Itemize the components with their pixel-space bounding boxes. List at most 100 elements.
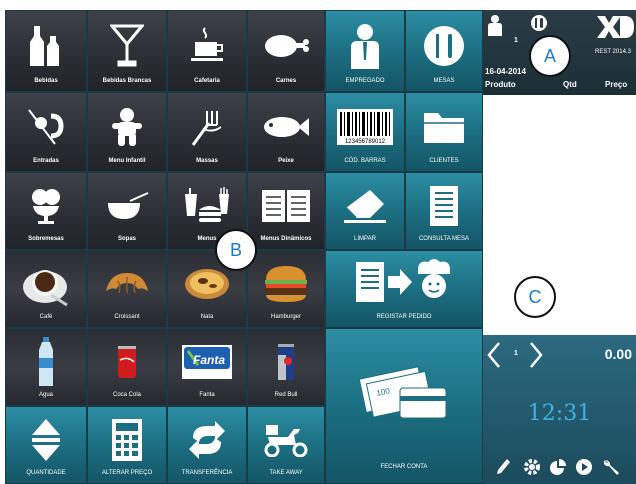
table-icon[interactable] bbox=[530, 14, 548, 32]
tile-coca-cola[interactable]: Coca Cola bbox=[87, 328, 167, 406]
tile-label: Fanta bbox=[199, 392, 215, 398]
up-down-arrows-icon bbox=[32, 419, 60, 462]
order-panel: 1 REST 2014.3 16-04-2014 Produto Qtd Pre… bbox=[483, 10, 636, 484]
tile-label: Entradas bbox=[33, 158, 59, 164]
tile-label: REGISTAR PEDIDO bbox=[376, 314, 432, 320]
tile-consulta-mesa[interactable]: CONSULTA MESA bbox=[405, 172, 483, 250]
tile-label: Nata bbox=[200, 314, 214, 320]
pos-app: Bebidas Bebidas Brancas Cafetaria Carnes… bbox=[5, 10, 636, 484]
tile-cafe[interactable]: Café bbox=[5, 250, 87, 328]
hamburger-photo bbox=[265, 266, 307, 303]
tile-registar-pedido[interactable]: REGISTAR PEDIDO bbox=[325, 250, 483, 328]
tile-label: Bebidas Brancas bbox=[102, 78, 152, 84]
pastel-de-nata-photo bbox=[185, 269, 229, 300]
tile-label: Café bbox=[39, 314, 53, 320]
tile-label: Sopas bbox=[117, 236, 136, 242]
column-preco: Preço bbox=[605, 80, 628, 89]
tile-take-away[interactable]: TAKE AWAY bbox=[247, 406, 325, 484]
order-panel-footer: 1 0.00 12:31 bbox=[483, 335, 636, 484]
callout-a: A bbox=[529, 35, 571, 77]
eraser-icon bbox=[344, 190, 386, 224]
clock: 12:31 bbox=[527, 401, 592, 426]
fast-food-menu-icon bbox=[185, 187, 229, 223]
fish-icon bbox=[264, 117, 309, 138]
folder-icon bbox=[424, 113, 464, 144]
tile-transferencia[interactable]: TRANSFERÊNCIA bbox=[167, 406, 247, 484]
gear-icon[interactable] bbox=[523, 458, 541, 476]
tile-bebidas[interactable]: Bebidas bbox=[5, 10, 87, 92]
tile-label: MESAS bbox=[433, 78, 455, 84]
tile-label: Carnes bbox=[275, 78, 297, 84]
fork-knife-icon bbox=[424, 26, 464, 67]
chevron-left-icon[interactable] bbox=[487, 341, 501, 369]
cash-and-card-icon: 100 bbox=[358, 365, 447, 419]
gingerbread-man-icon bbox=[112, 108, 142, 147]
chevron-right-icon[interactable] bbox=[529, 341, 543, 369]
water-bottle-photo bbox=[39, 337, 53, 387]
calculator-icon bbox=[112, 419, 142, 462]
tile-menu-infantil[interactable]: Menu Infantil bbox=[87, 92, 167, 172]
tile-label: Menu Infantil bbox=[108, 158, 146, 164]
send-order-to-chef-icon bbox=[356, 259, 450, 303]
tile-red-bull[interactable]: Red Bull bbox=[247, 328, 325, 406]
tile-hamburger[interactable]: Hamburger bbox=[247, 250, 325, 328]
tile-sopas[interactable]: Sopas bbox=[87, 172, 167, 250]
tile-limpar[interactable]: LIMPAR bbox=[325, 172, 405, 250]
pasta-fork-icon bbox=[191, 111, 222, 147]
tile-label: Hamburger bbox=[270, 314, 301, 320]
tile-empregado[interactable]: EMPREGADO bbox=[325, 10, 405, 92]
tile-agua[interactable]: Agua bbox=[5, 328, 87, 406]
tile-cafetaria[interactable]: Cafetaria bbox=[167, 10, 247, 92]
logo-caption: REST 2014.3 bbox=[595, 49, 631, 55]
delivery-scooter-icon bbox=[264, 425, 308, 458]
tile-label: Menus Dinâmicos bbox=[260, 236, 312, 242]
tile-mesas[interactable]: MESAS bbox=[405, 10, 483, 92]
xd-logo bbox=[597, 16, 634, 38]
tile-fechar-conta[interactable]: 100 FECHAR CONTA bbox=[325, 328, 483, 484]
order-items-list[interactable] bbox=[483, 95, 636, 335]
tile-label: Croissant bbox=[114, 314, 140, 320]
soup-bowl-icon bbox=[108, 192, 149, 220]
pie-chart-icon[interactable] bbox=[549, 458, 567, 476]
wrench-icon[interactable] bbox=[601, 458, 621, 476]
tile-label: CÓD. BARRAS bbox=[344, 158, 386, 164]
receipt-icon bbox=[430, 186, 458, 227]
tile-peixe[interactable]: Peixe bbox=[247, 92, 325, 172]
tile-label: EMPREGADO bbox=[345, 78, 385, 84]
tile-massas[interactable]: Massas bbox=[167, 92, 247, 172]
tile-sobremesas[interactable]: Sobremesas bbox=[5, 172, 87, 250]
tile-alterar-preco[interactable]: ALTERAR PREÇO bbox=[87, 406, 167, 484]
order-total: 0.00 bbox=[604, 346, 632, 362]
bottles-icon bbox=[30, 26, 59, 67]
red-bull-can-photo bbox=[278, 344, 294, 381]
waiter-icon[interactable] bbox=[487, 14, 503, 36]
tile-label: TRANSFERÊNCIA bbox=[181, 470, 233, 476]
open-book-icon bbox=[262, 190, 310, 223]
svg-text:Fanta: Fanta bbox=[193, 353, 225, 367]
barcode-number: 123456789012 bbox=[345, 139, 386, 145]
tile-bebidas-brancas[interactable]: Bebidas Brancas bbox=[87, 10, 167, 92]
waiter-count: 1 bbox=[514, 37, 518, 44]
tile-entradas[interactable]: Entradas bbox=[5, 92, 87, 172]
barcode-icon: 123456789012 bbox=[337, 109, 393, 146]
tile-label: Cafetaria bbox=[194, 78, 220, 84]
tile-fanta[interactable]: Fanta Fanta bbox=[167, 328, 247, 406]
tile-carnes[interactable]: Carnes bbox=[247, 10, 325, 92]
tile-quantidade[interactable]: QUANTIDADE bbox=[5, 406, 87, 484]
croissant-photo bbox=[106, 273, 148, 294]
tile-label: CONSULTA MESA bbox=[418, 236, 470, 242]
tile-label: Massas bbox=[196, 158, 218, 164]
tile-label: Coca Cola bbox=[112, 392, 141, 398]
transfer-arrows-icon bbox=[189, 421, 225, 460]
tile-label: Sobremesas bbox=[28, 236, 64, 242]
tile-menus-dinamicos[interactable]: Menus Dinâmicos bbox=[247, 172, 325, 250]
tile-label: TAKE AWAY bbox=[269, 470, 303, 476]
pen-icon[interactable] bbox=[495, 458, 511, 476]
tile-label: Agua bbox=[38, 392, 53, 398]
coffee-cup-photo bbox=[23, 270, 68, 307]
tile-croissant[interactable]: Croissant bbox=[87, 250, 167, 328]
tile-clientes[interactable]: CLIENTES bbox=[405, 92, 483, 172]
play-icon[interactable] bbox=[575, 458, 593, 476]
tile-cod-barras[interactable]: 123456789012 CÓD. BARRAS bbox=[325, 92, 405, 172]
tile-label: Peixe bbox=[278, 158, 294, 164]
